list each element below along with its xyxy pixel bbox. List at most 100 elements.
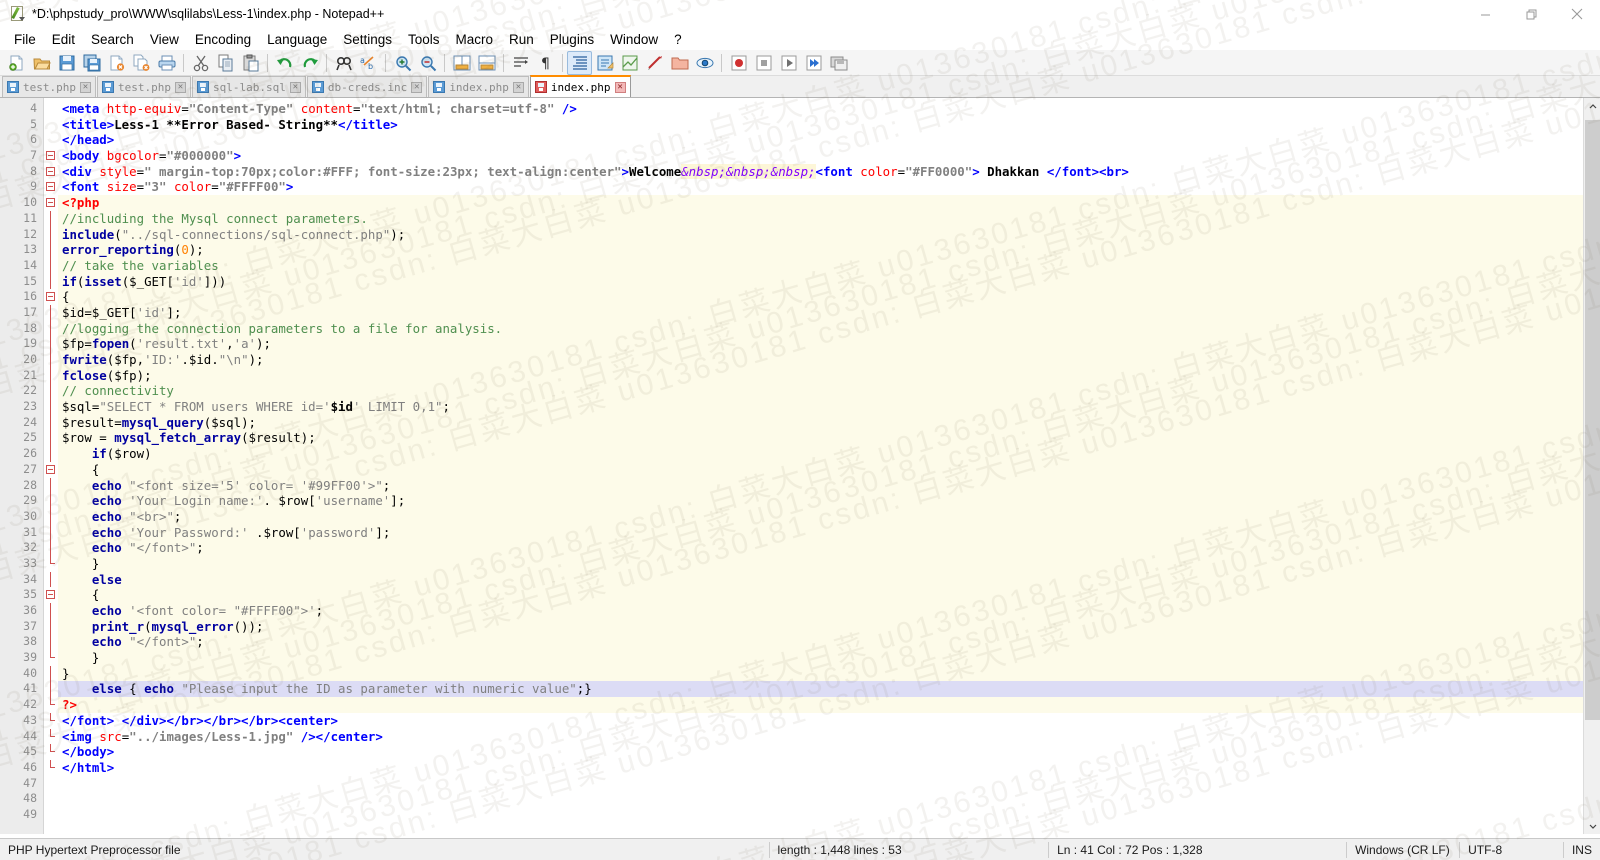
fold-marker-row[interactable] [44, 367, 58, 384]
fold-marker-row[interactable] [44, 164, 58, 180]
fold-marker-row[interactable] [44, 195, 58, 211]
tab-test-php-2[interactable]: test.php ✕ [96, 76, 191, 97]
fold-marker-row[interactable] [44, 587, 58, 603]
fold-marker-row[interactable] [44, 807, 58, 823]
fold-marker-row[interactable] [44, 430, 58, 447]
undo-icon[interactable] [272, 51, 297, 75]
scrollbar-thumb[interactable] [1585, 120, 1600, 720]
sync-v-scroll-icon[interactable] [449, 51, 474, 75]
menu-edit[interactable]: Edit [44, 31, 83, 48]
user-defined-lang-icon[interactable] [592, 51, 617, 75]
fold-collapse-icon[interactable] [46, 590, 55, 600]
macro-run-multi-icon[interactable] [801, 51, 826, 75]
fold-collapse-icon[interactable] [46, 182, 55, 192]
word-wrap-icon[interactable] [508, 51, 533, 75]
fold-marker-row[interactable] [44, 117, 58, 133]
cut-icon[interactable] [188, 51, 213, 75]
minimize-button[interactable] [1462, 0, 1508, 28]
sync-h-scroll-icon[interactable] [474, 51, 499, 75]
fold-marker-row[interactable] [44, 257, 58, 274]
close-all-icon[interactable] [129, 51, 154, 75]
fold-marker-row[interactable] [44, 148, 58, 164]
save-icon[interactable] [54, 51, 79, 75]
editor-area[interactable]: 4 5 6 7 8 9 10 11 12 13 14 15 16 17 18 19 20 21 22 23 24 25 26… [0, 98, 1600, 834]
fold-marker-row[interactable] [44, 759, 58, 776]
fold-collapse-icon[interactable] [46, 198, 55, 208]
fold-marker-row[interactable] [44, 336, 58, 352]
print-icon[interactable] [154, 51, 179, 75]
menu-window[interactable]: Window [602, 31, 666, 48]
tab-close-icon[interactable]: ✕ [79, 81, 91, 93]
menu-file[interactable]: File [6, 31, 44, 48]
fold-marker-row[interactable] [44, 712, 58, 729]
code-text[interactable]: <meta http-equiv="Content-Type" content=… [58, 98, 1600, 834]
fold-marker-row[interactable] [44, 352, 58, 368]
replace-icon[interactable]: a b [356, 51, 381, 75]
doc-map-icon[interactable] [617, 51, 642, 75]
fold-marker-row[interactable] [44, 681, 58, 698]
menu-search[interactable]: Search [83, 31, 142, 48]
fold-marker-row[interactable] [44, 665, 58, 682]
indent-guide-icon[interactable] [567, 50, 592, 75]
fold-marker-row[interactable] [44, 776, 58, 792]
zoom-in-icon[interactable] [390, 51, 415, 75]
menu-view[interactable]: View [142, 31, 187, 48]
open-file-icon[interactable] [29, 51, 54, 75]
tab-close-icon[interactable]: ✕ [411, 81, 423, 93]
fold-collapse-icon[interactable] [46, 292, 55, 302]
close-button[interactable] [1554, 0, 1600, 28]
tab-sql-lab-sql[interactable]: sql-lab.sql ✕ [191, 76, 306, 97]
fold-marker-row[interactable] [44, 744, 58, 760]
fold-marker-row[interactable] [44, 555, 58, 572]
fold-collapse-icon[interactable] [46, 151, 55, 161]
menu-help[interactable]: ? [666, 31, 690, 48]
fold-marker-row[interactable] [44, 446, 58, 462]
fold-marker-row[interactable] [44, 493, 58, 509]
macro-save-icon[interactable] [826, 51, 851, 75]
fold-marker-row[interactable] [44, 226, 58, 243]
macro-stop-icon[interactable] [751, 51, 776, 75]
tab-close-icon[interactable]: ✕ [512, 81, 524, 93]
fold-marker-row[interactable] [44, 728, 58, 745]
restore-button[interactable] [1508, 0, 1554, 28]
menu-macro[interactable]: Macro [448, 31, 502, 48]
fold-marker-row[interactable] [44, 179, 58, 195]
fold-marker-row[interactable] [44, 524, 58, 541]
macro-play-icon[interactable] [776, 51, 801, 75]
fold-collapse-icon[interactable] [46, 166, 55, 176]
new-file-icon[interactable] [4, 51, 29, 75]
scroll-up-arrow-icon[interactable] [1584, 98, 1600, 115]
scroll-down-arrow-icon[interactable] [1584, 817, 1600, 834]
find-icon[interactable] [331, 51, 356, 75]
menu-language[interactable]: Language [259, 31, 335, 48]
fold-marker-row[interactable] [44, 414, 58, 431]
fold-marker-row[interactable] [44, 634, 58, 651]
fold-marker-row[interactable] [44, 101, 58, 117]
zoom-out-icon[interactable] [415, 51, 440, 75]
fold-marker-row[interactable] [44, 791, 58, 807]
fold-marker-row[interactable] [44, 399, 58, 415]
fold-marker-row[interactable] [44, 508, 58, 525]
fold-marker-row[interactable] [44, 304, 58, 321]
tab-close-icon[interactable]: ✕ [174, 81, 186, 93]
save-all-icon[interactable] [79, 51, 104, 75]
fold-marker-row[interactable] [44, 132, 58, 148]
menu-encoding[interactable]: Encoding [187, 31, 259, 48]
fold-marker-row[interactable] [44, 320, 58, 337]
fold-marker-row[interactable] [44, 650, 58, 666]
monitoring-icon[interactable] [692, 51, 717, 75]
code-folding-column[interactable] [44, 98, 58, 834]
fold-marker-row[interactable] [44, 477, 58, 494]
fold-marker-row[interactable] [44, 571, 58, 588]
paste-icon[interactable] [238, 51, 263, 75]
redo-icon[interactable] [297, 51, 322, 75]
copy-icon[interactable] [213, 51, 238, 75]
menu-settings[interactable]: Settings [335, 31, 400, 48]
close-file-icon[interactable] [104, 51, 129, 75]
fold-marker-row[interactable] [44, 242, 58, 258]
show-all-chars-icon[interactable]: ¶ [533, 51, 558, 75]
folder-workspace-icon[interactable] [667, 51, 692, 75]
tab-test-php-1[interactable]: test.php ✕ [2, 76, 96, 97]
fold-marker-row[interactable] [44, 462, 58, 478]
macro-record-icon[interactable] [726, 51, 751, 75]
